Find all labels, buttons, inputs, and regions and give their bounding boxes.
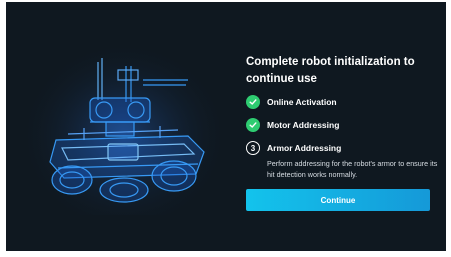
check-icon [246,95,260,109]
step-label: Motor Addressing [267,120,340,130]
check-icon [246,118,260,132]
step-motor-addressing: Motor Addressing [246,118,339,132]
initialization-dialog: Complete robot initialization to continu… [6,2,446,251]
continue-button[interactable]: Continue [246,189,430,211]
step-online-activation: Online Activation [246,95,337,109]
step-number-badge: 3 [246,141,260,155]
dialog-title: Complete robot initialization to continu… [246,56,415,85]
step-label: Online Activation [267,97,337,107]
robot-illustration [28,40,220,215]
step-armor-addressing: 3 Armor Addressing [246,141,341,155]
step-description: Perform addressing for the robot's armor… [267,159,438,179]
step-label: Armor Addressing [267,143,342,153]
